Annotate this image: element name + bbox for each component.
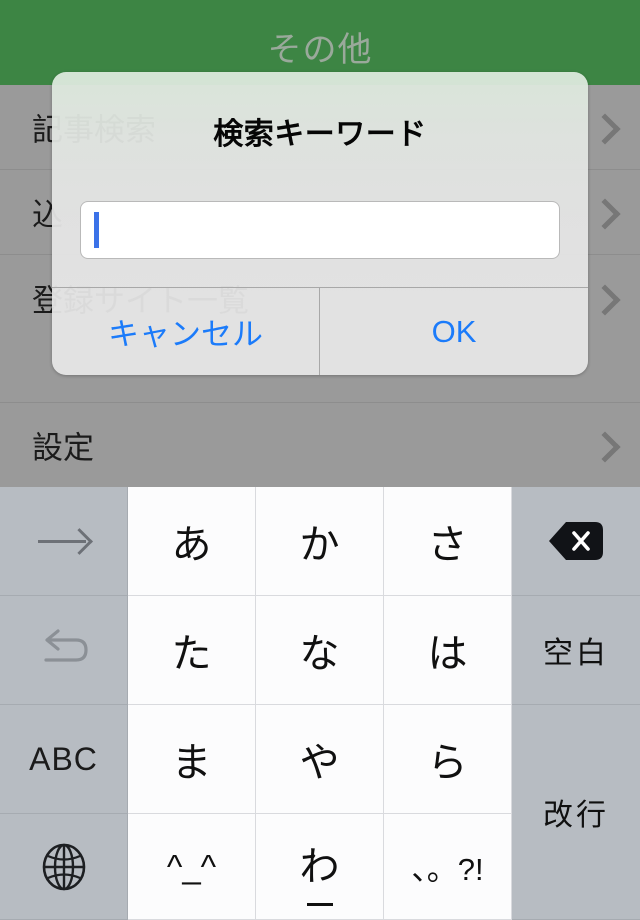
- key-next-candidate[interactable]: [0, 487, 128, 596]
- key-space[interactable]: 空白: [512, 596, 640, 705]
- key-wa-glyph: わ: [299, 844, 340, 906]
- key-ta[interactable]: た: [128, 596, 256, 705]
- app-screen: その他 記事検索 込 登録サイト一覧 設定 検索キーワード キャンセル: [0, 0, 640, 920]
- undo-icon: [36, 627, 92, 673]
- key-return[interactable]: 改行: [512, 705, 640, 920]
- key-ka[interactable]: か: [256, 487, 384, 596]
- delete-icon: [547, 520, 605, 562]
- key-abc[interactable]: ABC: [0, 705, 128, 814]
- ok-button[interactable]: OK: [320, 288, 588, 375]
- key-sa[interactable]: さ: [384, 487, 512, 596]
- search-keyword-dialog: 検索キーワード キャンセル OK: [52, 72, 588, 375]
- japanese-kana-keyboard: あ か さ た な は 空白 ABC ま や ら 改行 ^_^ わ 、。?!: [0, 487, 640, 920]
- key-na[interactable]: な: [256, 596, 384, 705]
- dialog-button-bar: キャンセル OK: [52, 287, 588, 375]
- list-item-settings[interactable]: 設定: [0, 402, 640, 487]
- chevron-right-icon: [594, 118, 612, 136]
- key-kaomoji[interactable]: ^_^: [128, 814, 256, 920]
- key-wa-label: わ: [299, 844, 340, 889]
- key-ha[interactable]: は: [384, 596, 512, 705]
- key-wa[interactable]: わ: [256, 814, 384, 920]
- chevron-right-icon: [594, 436, 612, 454]
- chevron-right-icon: [594, 289, 612, 307]
- search-input-wrapper: [80, 201, 560, 259]
- key-globe[interactable]: [0, 814, 128, 920]
- dialog-title: 検索キーワード: [213, 118, 427, 151]
- key-ma[interactable]: ま: [128, 705, 256, 814]
- cancel-button[interactable]: キャンセル: [52, 288, 320, 375]
- key-a[interactable]: あ: [128, 487, 256, 596]
- page-title: その他: [267, 31, 373, 69]
- globe-icon: [41, 842, 87, 892]
- key-undo[interactable]: [0, 596, 128, 705]
- underscore-mark: [306, 902, 333, 906]
- arrow-right-icon: [37, 526, 90, 556]
- key-punctuation[interactable]: 、。?!: [384, 814, 512, 920]
- search-input[interactable]: [80, 201, 560, 259]
- chevron-right-icon: [594, 203, 612, 221]
- key-ra[interactable]: ら: [384, 705, 512, 814]
- key-delete[interactable]: [512, 487, 640, 596]
- key-ya[interactable]: や: [256, 705, 384, 814]
- list-item-label: 設定: [32, 430, 94, 466]
